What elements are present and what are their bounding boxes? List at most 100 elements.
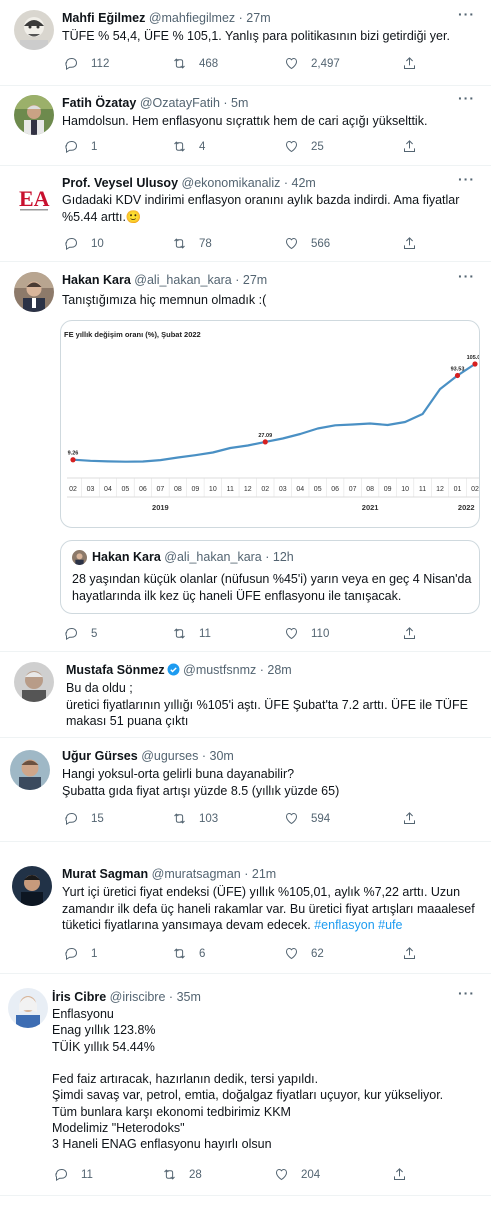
chart-image[interactable]: FE yıllık değişim oranı (%), Şubat 2022 … — [60, 320, 480, 528]
author-handle[interactable]: @iriscibre — [110, 990, 166, 1004]
tweet-text-line: 3 Haneli ENAG enflasyonu hayırlı olsun — [52, 1137, 272, 1152]
author-handle[interactable]: @ekonomikanaliz — [182, 176, 281, 190]
share-button[interactable] — [392, 1167, 419, 1182]
tweet-actions: 1 4 25 — [58, 139, 428, 157]
tweet-time[interactable]: 28m — [267, 663, 291, 677]
tweet-time[interactable]: 21m — [252, 867, 276, 881]
separator-dot: · — [223, 96, 228, 110]
avatar[interactable] — [14, 10, 54, 50]
x-tick-label: 12 — [244, 486, 252, 493]
reply-count: 1 — [91, 140, 98, 153]
hashtag-links[interactable]: #enflasyon #ufe — [314, 918, 402, 932]
author-handle[interactable]: @muratsagman — [152, 867, 241, 881]
x-tick-label: 03 — [87, 486, 95, 493]
retweet-button[interactable]: 103 — [172, 811, 218, 826]
author-handle[interactable]: @ali_hakan_kara — [134, 273, 231, 287]
avatar[interactable] — [14, 95, 54, 135]
avatar[interactable] — [12, 866, 52, 906]
separator-dot: · — [283, 176, 289, 190]
author-handle[interactable]: @ugurses — [141, 749, 198, 763]
like-button[interactable]: 566 — [284, 236, 330, 251]
tweet-iris-cibre[interactable]: İris Cibre @iriscibre · 35m ··· Enflasyo… — [0, 982, 491, 1196]
quote-text: 28 yaşından küçük olanlar (nüfusun %45'i… — [72, 571, 472, 604]
retweet-button[interactable]: 6 — [172, 946, 205, 961]
x-tick-label: 04 — [296, 486, 304, 493]
separator-dot: · — [244, 867, 249, 881]
tweet-time[interactable]: 35m — [177, 990, 201, 1004]
tweet-mustafa-sonmez[interactable]: Mustafa Sönmez @mustfsnmz · 28m Bu da ol… — [0, 652, 491, 738]
share-button[interactable] — [402, 56, 429, 71]
avatar[interactable] — [14, 662, 54, 702]
like-button[interactable]: 2,497 — [284, 56, 340, 71]
retweet-button[interactable]: 4 — [172, 139, 205, 154]
like-button[interactable]: 62 — [284, 946, 324, 961]
author-name[interactable]: Murat Sagman — [62, 867, 148, 881]
share-icon — [404, 140, 415, 152]
share-button[interactable] — [402, 626, 429, 641]
avatar[interactable]: EA — [14, 178, 54, 218]
tweet-time[interactable]: 27m — [246, 11, 270, 25]
more-options-icon[interactable]: ··· — [458, 171, 475, 187]
share-button[interactable] — [402, 236, 429, 251]
quoted-tweet[interactable]: Hakan Kara @ali_hakan_kara · 12h 28 yaşı… — [60, 540, 480, 614]
data-label: 93.53 — [451, 366, 465, 372]
tweet-ugur-gurses[interactable]: Uğur Gürses @ugurses · 30m Hangi yoksul-… — [0, 738, 491, 842]
tweet-time[interactable]: 30m — [210, 749, 234, 763]
author-name[interactable]: Hakan Kara — [62, 273, 131, 287]
author-name[interactable]: Prof. Veysel Ulusoy — [62, 176, 178, 190]
reply-icon — [65, 238, 78, 251]
reply-button[interactable]: 1 — [64, 139, 97, 154]
author-handle[interactable]: @mustfsnmz — [183, 663, 256, 677]
reply-icon — [65, 628, 78, 641]
author-name[interactable]: İris Cibre — [52, 990, 106, 1004]
author-name[interactable]: Fatih Özatay — [62, 96, 136, 110]
tweet-veysel-ulusoy[interactable]: EA Prof. Veysel Ulusoy @ekonomikanaliz ·… — [0, 166, 491, 262]
avatar[interactable] — [10, 750, 50, 790]
retweet-button[interactable]: 11 — [172, 626, 211, 641]
more-options-icon[interactable]: ··· — [458, 268, 475, 284]
tweet-time[interactable]: 42m — [292, 176, 316, 190]
heart-icon — [285, 140, 298, 153]
reply-button[interactable]: 5 — [64, 626, 97, 641]
reply-count: 15 — [91, 812, 104, 825]
share-button[interactable] — [402, 946, 429, 961]
retweet-button[interactable]: 468 — [172, 56, 218, 71]
tweet-hakan-kara[interactable]: Hakan Kara @ali_hakan_kara · 27m ··· Tan… — [0, 262, 491, 652]
like-button[interactable]: 25 — [284, 139, 324, 154]
share-button[interactable] — [402, 139, 429, 154]
x-tick-label: 08 — [366, 486, 374, 493]
like-button[interactable]: 110 — [284, 626, 329, 641]
avatar[interactable] — [14, 272, 54, 312]
reply-count: 1 — [91, 947, 98, 960]
reply-button[interactable]: 112 — [64, 56, 109, 71]
author-name[interactable]: Mustafa Sönmez — [66, 663, 165, 677]
reply-count: 11 — [81, 1168, 93, 1181]
share-button[interactable] — [402, 811, 429, 826]
tweet-fatih-ozatay[interactable]: Fatih Özatay @OzatayFatih · 5m ··· Hamdo… — [0, 86, 491, 166]
reply-count: 112 — [91, 57, 110, 70]
heart-icon — [285, 627, 298, 640]
tweet-time[interactable]: 5m — [231, 96, 248, 110]
tweet-time[interactable]: 27m — [243, 273, 267, 287]
more-options-icon[interactable]: ··· — [458, 985, 475, 1001]
tweet-mahfi-egilmez[interactable]: Mahfi Eğilmez @mahfiegilmez · 27m ··· TÜ… — [0, 0, 491, 86]
like-button[interactable]: 594 — [284, 811, 330, 826]
reply-button[interactable]: 15 — [64, 811, 104, 826]
heart-icon — [275, 1168, 288, 1181]
author-handle[interactable]: @OzatayFatih — [140, 96, 220, 110]
author-name[interactable]: Mahfi Eğilmez — [62, 11, 145, 25]
retweet-count: 6 — [199, 947, 206, 960]
more-options-icon[interactable]: ··· — [458, 90, 475, 106]
author-name[interactable]: Uğur Gürses — [62, 749, 138, 763]
reply-icon — [65, 948, 78, 961]
retweet-button[interactable]: 28 — [162, 1167, 202, 1182]
retweet-button[interactable]: 78 — [172, 236, 212, 251]
reply-button[interactable]: 1 — [64, 946, 97, 961]
reply-button[interactable]: 10 — [64, 236, 104, 251]
reply-button[interactable]: 11 — [54, 1167, 93, 1182]
avatar[interactable] — [8, 988, 48, 1028]
tweet-murat-sagman[interactable]: Murat Sagman @muratsagman · 21m Yurt içi… — [0, 856, 491, 974]
like-button[interactable]: 204 — [274, 1167, 320, 1182]
more-options-icon[interactable]: ··· — [458, 6, 475, 22]
author-handle[interactable]: @mahfiegilmez — [149, 11, 235, 25]
